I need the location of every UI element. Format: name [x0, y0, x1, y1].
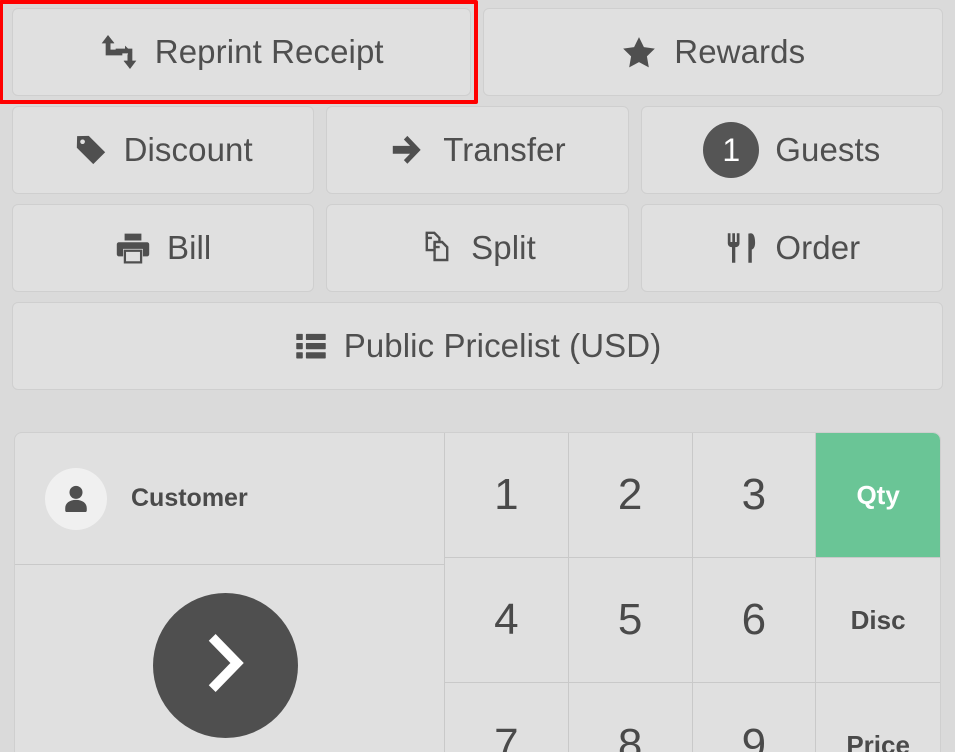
numpad-mode-qty[interactable]: Qty — [816, 433, 940, 558]
control-button-row-4: Public Pricelist (USD) — [12, 302, 943, 390]
repeat-icon — [99, 32, 139, 72]
numpad-key-5[interactable]: 5 — [568, 558, 693, 683]
reprint-receipt-button[interactable]: Reprint Receipt — [12, 8, 471, 96]
star-icon — [620, 33, 658, 71]
guests-button[interactable]: 1 Guests — [640, 106, 943, 194]
split-label: Split — [471, 229, 536, 266]
numpad-key-3[interactable]: 3 — [692, 433, 817, 558]
customer-body — [15, 565, 444, 752]
reprint-receipt-highlight: Reprint Receipt — [0, 0, 477, 104]
rewards-label: Rewards — [674, 33, 806, 70]
pricelist-label: Public Pricelist (USD) — [343, 327, 662, 364]
numpad-mode-disc[interactable]: Disc — [816, 558, 940, 683]
cutlery-icon — [723, 230, 759, 266]
customer-label: Customer — [131, 484, 248, 512]
numpad-key-6[interactable]: 6 — [692, 558, 817, 683]
split-button[interactable]: Split — [326, 204, 629, 292]
numpad: 1 2 3 Qty 4 5 6 Disc 7 8 9 Price — [445, 433, 940, 752]
bill-label: Bill — [166, 229, 212, 266]
control-button-row-3: Bill Split Order — [12, 204, 943, 292]
transfer-button[interactable]: Transfer — [326, 106, 629, 194]
order-label: Order — [775, 229, 861, 266]
list-icon — [294, 329, 328, 363]
person-icon — [45, 467, 107, 530]
pricelist-button[interactable]: Public Pricelist (USD) — [12, 302, 943, 390]
control-button-row-2: Discount Transfer 1 Guests — [12, 106, 943, 194]
tag-icon — [74, 133, 108, 167]
customer-and-numpad-panel: Customer 1 2 3 Qty 4 5 6 Disc 7 8 9 Pric… — [14, 432, 941, 752]
transfer-label: Transfer — [443, 131, 566, 168]
discount-button[interactable]: Discount — [12, 106, 315, 194]
control-button-grid: Reprint Receipt Rewards Discount Transfe… — [0, 0, 955, 390]
arrow-right-icon — [389, 131, 427, 169]
customer-button[interactable]: Customer — [15, 433, 444, 565]
numpad-key-2[interactable]: 2 — [568, 433, 693, 558]
reprint-receipt-label: Reprint Receipt — [154, 33, 384, 70]
chevron-right-icon — [189, 626, 263, 705]
pay-button[interactable] — [153, 593, 298, 738]
discount-label: Discount — [123, 131, 253, 168]
order-button[interactable]: Order — [640, 204, 943, 292]
numpad-key-1[interactable]: 1 — [445, 433, 569, 558]
guest-count-badge: 1 — [703, 122, 760, 178]
printer-icon — [115, 230, 151, 266]
pos-control-panel: Reprint Receipt Rewards Discount Transfe… — [0, 0, 955, 752]
bill-button[interactable]: Bill — [12, 204, 315, 292]
rewards-button[interactable]: Rewards — [482, 8, 943, 96]
customer-column: Customer — [15, 433, 445, 752]
control-button-row-1: Reprint Receipt Rewards — [0, 0, 943, 104]
numpad-key-4[interactable]: 4 — [445, 558, 569, 683]
clone-pages-icon — [419, 230, 455, 266]
guests-label: Guests — [775, 131, 881, 168]
